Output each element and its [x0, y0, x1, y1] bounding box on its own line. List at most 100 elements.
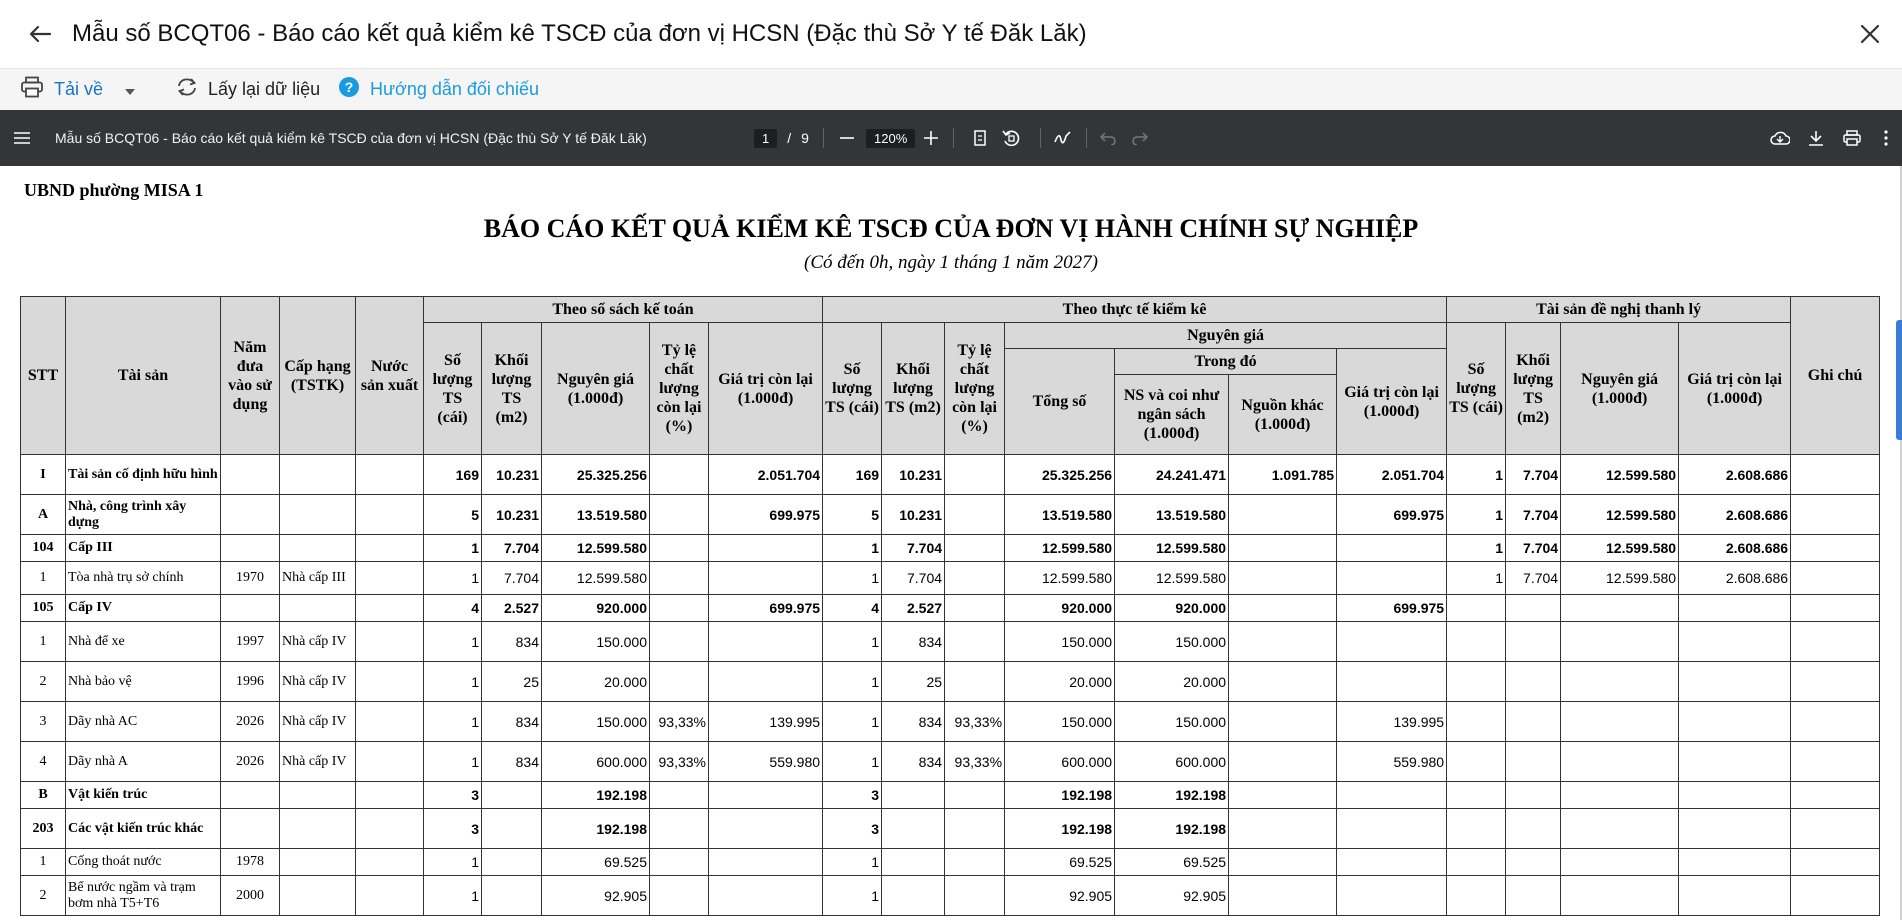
cell-asset: Cấp III: [65, 534, 221, 562]
download-button[interactable]: Tải về: [20, 69, 136, 110]
cell-actual-total: 600.000: [1004, 741, 1116, 782]
rotate-icon[interactable]: [1002, 110, 1020, 166]
cell-grade: Nhà cấp IV: [279, 701, 356, 742]
report-title: BÁO CÁO KẾT QUẢ KIỂM KÊ TSCĐ CỦA ĐƠN VỊ …: [483, 214, 1419, 243]
cell-actual-ns: 150.000: [1114, 701, 1230, 742]
redo-icon[interactable]: [1132, 110, 1148, 166]
cell-grade: [279, 534, 356, 562]
undo-icon[interactable]: [1100, 110, 1116, 166]
report-table-body: I Tài sản cố định hữu hình 169 10.231 25.325…: [20, 454, 1881, 916]
cell-note: [1790, 848, 1881, 876]
cell-note: [1790, 494, 1881, 535]
cell-actual-ratio: [944, 781, 1006, 809]
cell-actual-vol: 25: [881, 661, 946, 702]
cell-country: [355, 621, 424, 662]
hamburger-menu-icon[interactable]: [14, 110, 30, 166]
cell-grade: Nhà cấp IV: [279, 661, 356, 702]
cell-actual-remain: [1336, 621, 1448, 662]
cell-actual-vol: 10.231: [881, 494, 946, 535]
zoom-level: 120%: [866, 128, 916, 148]
zoom-level-field[interactable]: 120%: [866, 110, 916, 166]
page-number-input[interactable]: 1: [754, 128, 778, 148]
cell-actual-remain: [1336, 561, 1448, 595]
more-options-icon[interactable]: [1884, 110, 1888, 166]
cell-books-vol: 25: [481, 661, 542, 702]
fit-page-icon[interactable]: [974, 110, 986, 166]
chevron-down-icon[interactable]: [125, 79, 136, 100]
guide-link[interactable]: ? Hướng dẫn đối chiếu: [338, 69, 539, 110]
col-liq-remain: Giá trị còn lại (1.000đ): [1678, 322, 1792, 455]
cell-liq-vol: [1505, 808, 1562, 849]
close-icon[interactable]: [1854, 18, 1886, 50]
cell-books-cost: 600.000: [541, 741, 650, 782]
cell-liq-cost: [1560, 781, 1680, 809]
cell-books-qty: 1: [423, 701, 482, 742]
col-note: Ghi chú: [1790, 296, 1881, 455]
cell-books-remain: 139.995: [707, 701, 824, 742]
cell-note: [1790, 781, 1881, 809]
cell-actual-other: [1228, 534, 1338, 562]
cell-actual-qty: 5: [822, 494, 883, 535]
cell-asset: Dãy nhà A: [65, 741, 221, 782]
cell-actual-ns: 20.000: [1114, 661, 1230, 702]
cell-actual-vol: [881, 875, 946, 916]
download-label: Tải về: [54, 79, 104, 99]
cell-actual-other: 1.091.785: [1228, 454, 1338, 495]
cell-books-qty: 4: [423, 594, 482, 622]
help-icon: ?: [338, 76, 360, 103]
cell-actual-total: 192.198: [1004, 808, 1116, 849]
cell-grade: [279, 494, 356, 535]
cell-actual-other: [1228, 781, 1338, 809]
cell-asset: Tài sản cố định hữu hình: [65, 454, 221, 495]
cell-books-vol: 10.231: [481, 454, 542, 495]
cell-books-vol: 834: [481, 701, 542, 742]
cell-grade: Nhà cấp IV: [279, 621, 356, 662]
cell-actual-qty: 1: [822, 848, 883, 876]
save-to-drive-icon[interactable]: [1770, 110, 1790, 166]
cell-actual-qty: 1: [822, 701, 883, 742]
cell-liq-qty: [1446, 621, 1507, 662]
zoom-out-icon[interactable]: [840, 110, 854, 166]
annotate-icon[interactable]: [1054, 110, 1072, 166]
cell-liq-remain: 2.608.686: [1678, 534, 1792, 562]
cell-asset: Nhà bảo vệ: [65, 661, 221, 702]
organization-name: UBND phường MISA 1: [24, 180, 204, 200]
cell-grade: Nhà cấp IV: [279, 741, 356, 782]
cell-asset: Bể nước ngầm và trạm bơm nhà T5+T6: [65, 875, 221, 916]
cell-books-ratio: [649, 534, 709, 562]
back-arrow-icon[interactable]: [24, 18, 56, 50]
zoom-in-icon[interactable]: [924, 110, 938, 166]
cell-liq-remain: [1678, 661, 1792, 702]
cell-liq-remain: [1678, 848, 1792, 876]
download-icon[interactable]: [1808, 110, 1824, 166]
cell-stt: 1: [20, 621, 66, 662]
side-panel-tab[interactable]: [1896, 320, 1902, 440]
print-icon[interactable]: [1843, 110, 1861, 166]
cell-liq-remain: [1678, 808, 1792, 849]
cell-actual-qty: 3: [822, 808, 883, 849]
cell-books-cost: 192.198: [541, 808, 650, 849]
cell-liq-remain: 2.608.686: [1678, 494, 1792, 535]
cell-actual-ns: 24.241.471: [1114, 454, 1230, 495]
table-row: 104 Cấp III 1 7.704 12.599.580 1 7.704 12.599.5…: [20, 534, 1881, 562]
cell-grade: [279, 875, 356, 916]
table-row: 1 Tòa nhà trụ sở chính 1970 Nhà cấp III 1 7.7…: [20, 561, 1881, 595]
cell-actual-total: 12.599.580: [1004, 534, 1116, 562]
col-asset: Tài sản: [65, 296, 221, 455]
cell-books-remain: [707, 534, 824, 562]
cell-liq-qty: [1446, 875, 1507, 916]
cell-actual-vol: 834: [881, 701, 946, 742]
col-actual-other: Nguồn khác (1.000đ): [1228, 374, 1338, 455]
cell-actual-vol: [881, 808, 946, 849]
col-actual-ratio: Tỷ lệ chất lượng còn lại (%): [944, 322, 1006, 455]
cell-liq-cost: 12.599.580: [1560, 561, 1680, 595]
cell-books-cost: 192.198: [541, 781, 650, 809]
page-separator: /: [787, 130, 792, 146]
reload-data-button[interactable]: Lấy lại dữ liệu: [176, 69, 320, 110]
cell-actual-other: [1228, 848, 1338, 876]
cell-actual-other: [1228, 875, 1338, 916]
cell-actual-qty: 3: [822, 781, 883, 809]
cell-books-remain: [707, 561, 824, 595]
cell-actual-ns: 69.525: [1114, 848, 1230, 876]
page-indicator: 1 / 9: [754, 110, 809, 166]
